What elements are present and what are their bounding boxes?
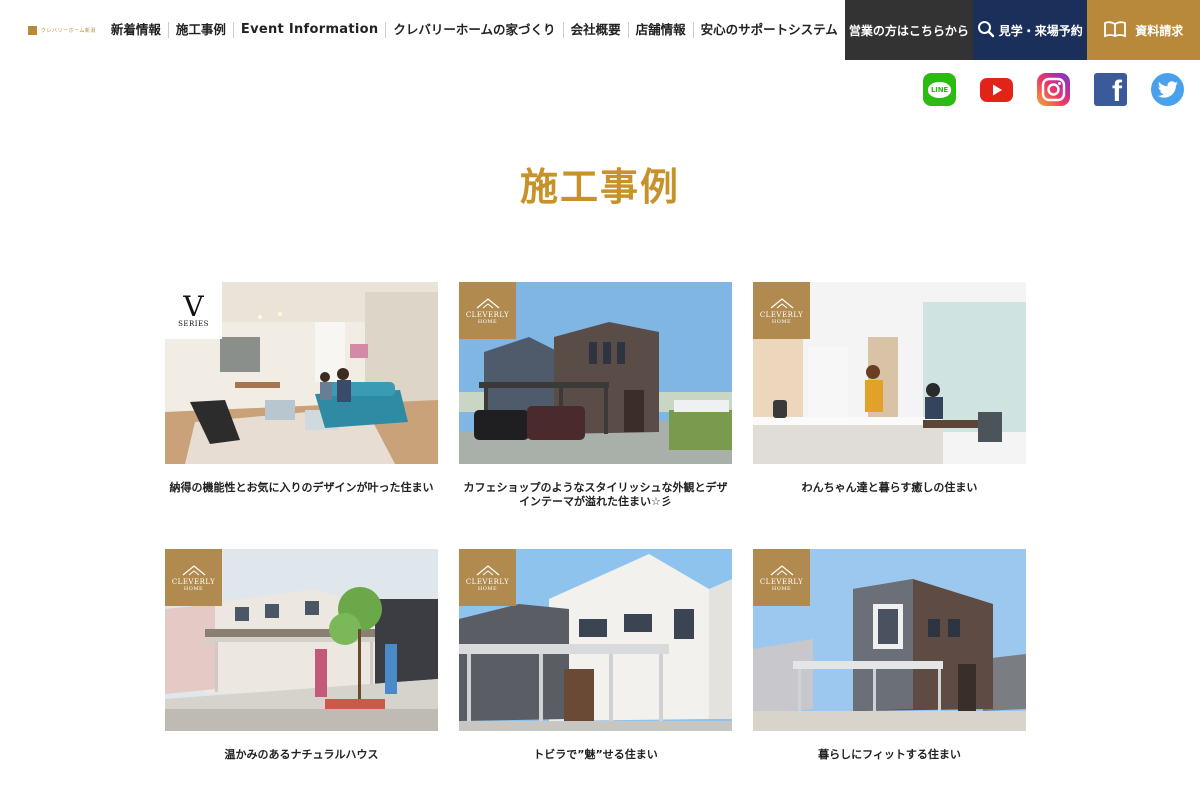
youtube-icon[interactable] [980, 73, 1013, 106]
visit-reservation-label: 見学・来場予約 [998, 23, 1083, 38]
work-card[interactable]: CLEVERLY HOME 温かみのあるナチュラルハウス [165, 549, 438, 800]
work-card[interactable]: CLEVERLY HOME トビラで”魅”せる住まい [459, 549, 732, 800]
line-icon[interactable]: LINE [923, 73, 956, 106]
work-title: カフェショップのようなスタイリッシュな外観とデザインテーマが溢れた住まい☆彡 [463, 481, 728, 508]
house-logo-icon [182, 564, 205, 575]
logo-mark-icon [28, 25, 37, 35]
search-icon [977, 20, 995, 41]
cleverly-home-badge: CLEVERLY HOME [165, 549, 222, 606]
work-card[interactable]: V SERIES 納得の機能性とお気に入りのデザインが叶った住まい [165, 282, 438, 549]
line-icon-label: LINE [928, 81, 951, 98]
work-photo: V SERIES [165, 282, 438, 464]
work-title: わんちゃん達と暮らす癒しの住まい [801, 481, 978, 494]
logo-text: クレバリーホーム新潟 [41, 27, 96, 34]
twitter-icon[interactable] [1151, 73, 1184, 106]
sales-contact-label: 営業の方はこちらから [848, 23, 969, 38]
instagram-icon[interactable] [1037, 73, 1070, 106]
nav-item-house-making[interactable]: クレバリーホームの家づくり [385, 22, 562, 38]
house-logo-icon [770, 297, 793, 308]
sales-contact-button[interactable]: 営業の方はこちらから [844, 0, 974, 60]
nav-item-stores[interactable]: 店舗情報 [627, 22, 693, 38]
work-title: 納得の機能性とお気に入りのデザインが叶った住まい [169, 481, 434, 494]
work-title: 温かみのあるナチュラルハウス [224, 748, 379, 761]
work-photo: CLEVERLY HOME [753, 282, 1026, 464]
nav-item-event[interactable]: Event Information [232, 22, 386, 38]
page-title: 施工事例 [519, 165, 680, 209]
work-card[interactable]: CLEVERLY HOME カフェショップのようなスタイリッシュな外観とデザイン… [459, 282, 732, 549]
cleverly-home-badge: CLEVERLY HOME [459, 549, 516, 606]
main-nav: 新着情報 施工事例 Event Information クレバリーホームの家づく… [104, 0, 845, 60]
house-logo-icon [770, 564, 793, 575]
works-grid: V SERIES 納得の機能性とお気に入りのデザインが叶った住まい CLEVER… [165, 282, 1026, 800]
v-series-badge: V SERIES [165, 282, 222, 339]
nav-item-works[interactable]: 施工事例 [167, 22, 233, 38]
work-card[interactable]: CLEVERLY HOME わんちゃん達と暮らす癒しの住まい [753, 282, 1026, 549]
work-photo: CLEVERLY HOME [459, 549, 732, 731]
work-title: トビラで”魅”せる住まい [533, 748, 658, 761]
facebook-icon[interactable]: f [1094, 73, 1127, 107]
house-logo-icon [476, 564, 499, 575]
work-card[interactable]: CLEVERLY HOME 暮らしにフィットする住まい [753, 549, 1026, 800]
document-request-button[interactable]: 資料請求 [1086, 0, 1200, 60]
nav-item-support[interactable]: 安心のサポートシステム [692, 22, 845, 38]
work-photo: CLEVERLY HOME [753, 549, 1026, 731]
site-header: クレバリーホーム新潟 新着情報 施工事例 Event Information ク… [0, 0, 1200, 60]
document-request-label: 資料請求 [1135, 23, 1184, 38]
cleverly-home-badge: CLEVERLY HOME [753, 549, 810, 606]
work-title: 暮らしにフィットする住まい [818, 748, 961, 761]
nav-item-company[interactable]: 会社概要 [562, 22, 628, 38]
cleverly-home-badge: CLEVERLY HOME [459, 282, 516, 339]
site-logo[interactable]: クレバリーホーム新潟 [0, 0, 104, 60]
work-photo: CLEVERLY HOME [459, 282, 732, 464]
work-photo: CLEVERLY HOME [165, 549, 438, 731]
visit-reservation-button[interactable]: 見学・来場予約 [973, 0, 1087, 60]
nav-item-news[interactable]: 新着情報 [104, 22, 168, 38]
cleverly-home-badge: CLEVERLY HOME [753, 282, 810, 339]
book-icon [1103, 20, 1127, 41]
social-links: LINE f [923, 73, 1184, 107]
house-logo-icon [476, 297, 499, 308]
